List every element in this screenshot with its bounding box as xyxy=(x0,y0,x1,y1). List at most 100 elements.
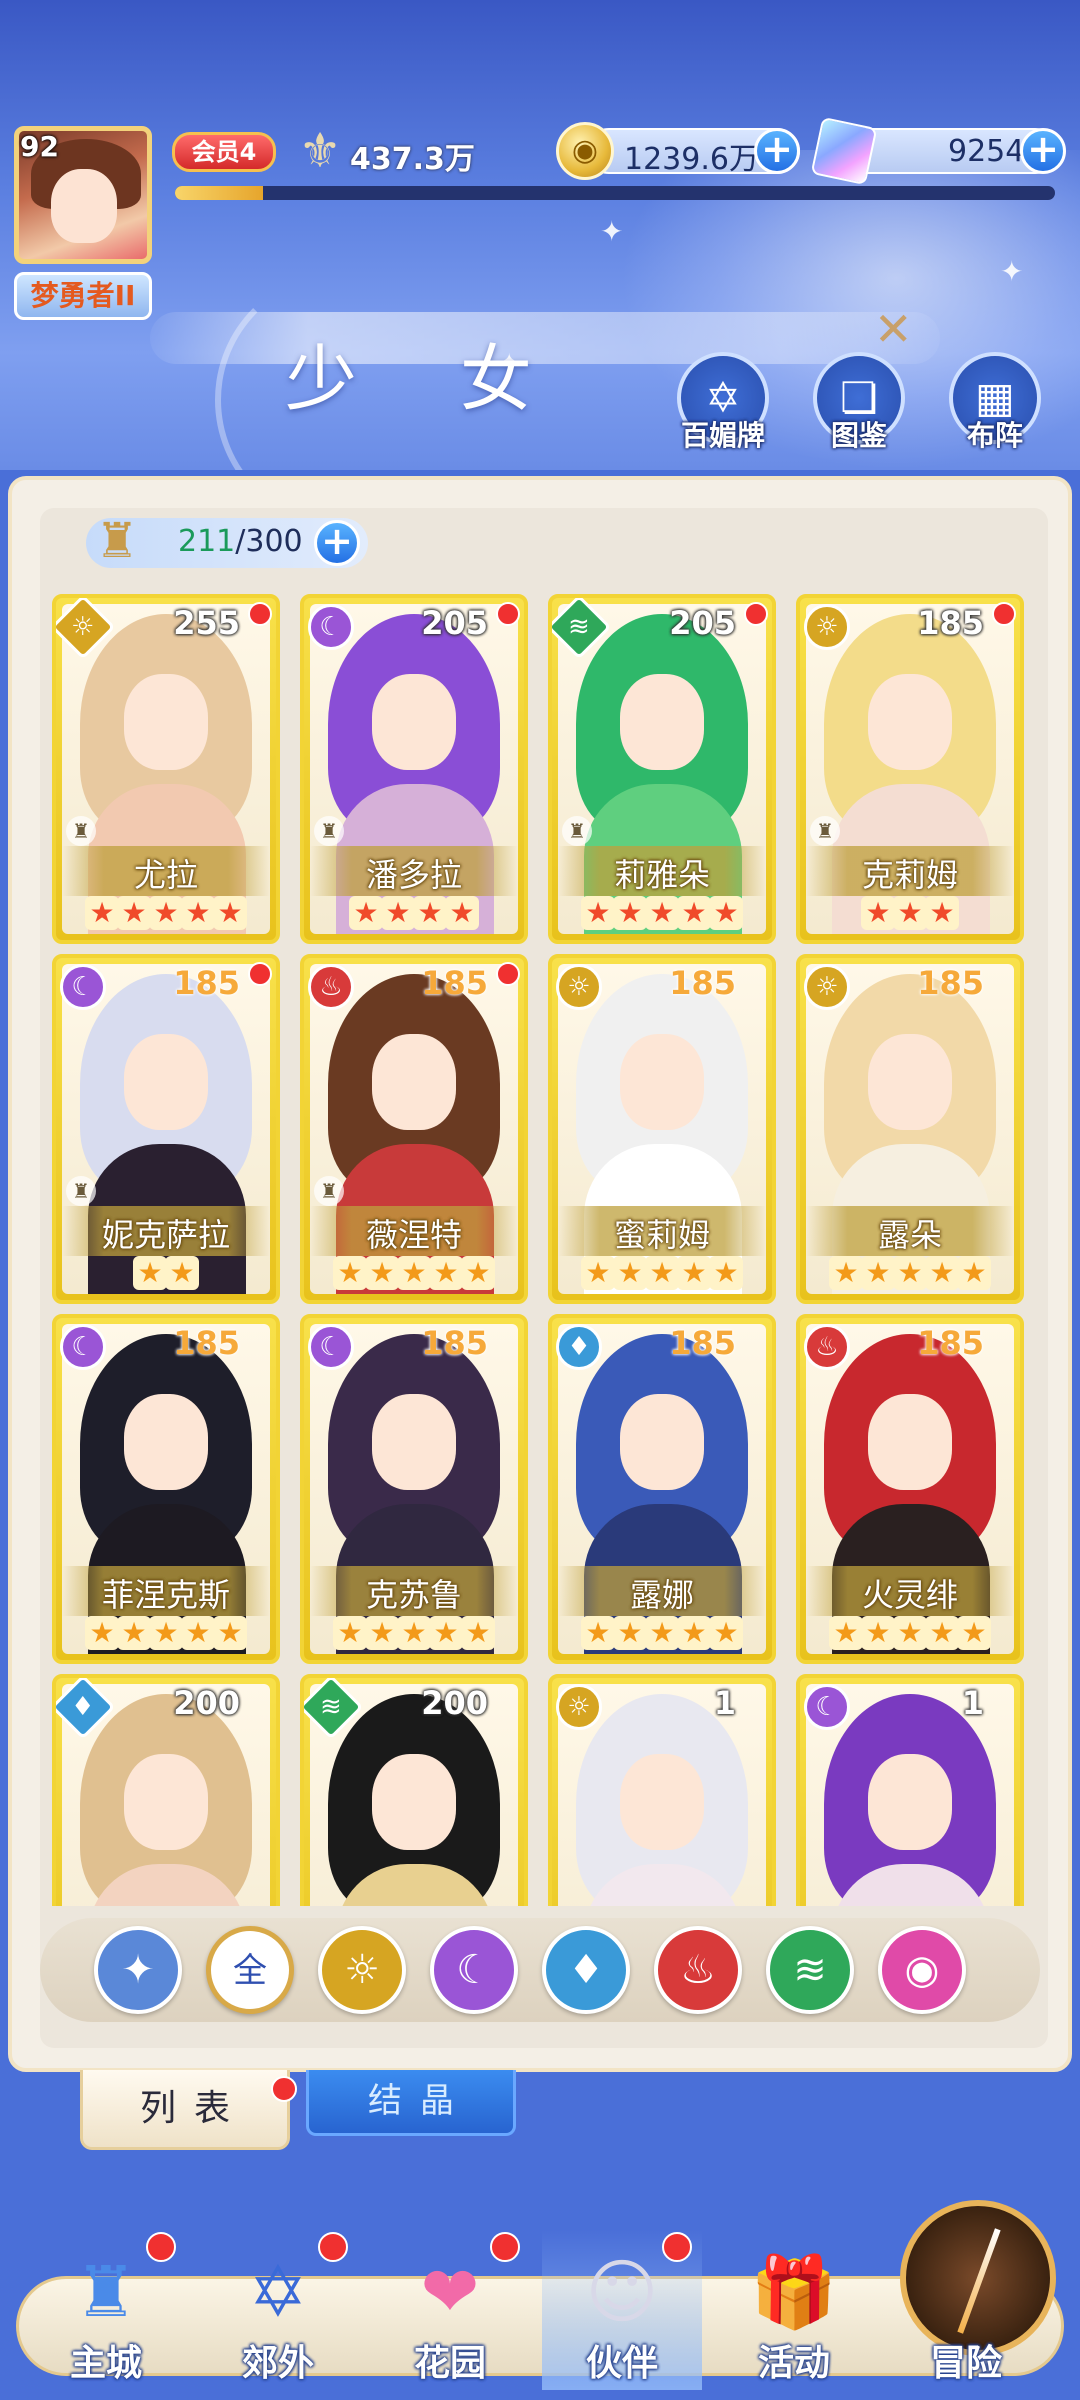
tab-list-label: 列表 xyxy=(139,2088,248,2129)
partner-level: 1 xyxy=(713,1684,736,1722)
partner-card[interactable]: ☾ 205 ♜ 潘多拉 ★ ★ ★ ★ xyxy=(300,594,528,944)
partner-card[interactable]: ☼ 185 露朵 ★ ★ ★ ★ ★ xyxy=(796,954,1024,1304)
star-rating: ★ ★ ★ ★ ★ xyxy=(562,896,762,932)
fire-filter-icon: ♨ xyxy=(680,1947,716,1993)
filter-spirit-button[interactable]: ◉ xyxy=(878,1926,966,2014)
nav-label: 郊外 xyxy=(241,2343,314,2384)
partner-level: 205 xyxy=(421,604,488,642)
partner-name: 露朵 xyxy=(877,1216,942,1254)
partner-card[interactable]: ☼ 1 xyxy=(548,1674,776,1906)
partner-card[interactable]: ♨ 185 ♜ 薇涅特 ★ ★ ★ ★ ★ xyxy=(300,954,528,1304)
tab-crystal[interactable]: 结晶 xyxy=(306,2070,516,2136)
light-filter-icon: ☼ xyxy=(344,1947,380,1993)
notification-dot xyxy=(146,2232,176,2262)
partner-card[interactable]: ♦ 185 露娜 ★ ★ ★ ★ ★ xyxy=(548,1314,776,1664)
power-value: 437.3万 xyxy=(350,142,475,177)
cards-button[interactable]: ✡ 百媚牌 xyxy=(668,352,778,454)
nav-label: 活动 xyxy=(757,2343,830,2384)
filter-wind-button[interactable]: ≋ xyxy=(766,1926,854,2014)
star-icon: ★ xyxy=(85,1616,119,1650)
filter-all-button[interactable]: 全 xyxy=(206,1926,294,2014)
nav-gift[interactable]: 🎁 活动 xyxy=(714,2230,874,2390)
star-icon: ★ xyxy=(645,1616,679,1650)
filter-dark-button[interactable]: ☾ xyxy=(430,1926,518,2014)
add-gems-button[interactable]: + xyxy=(1020,128,1066,174)
partner-level: 255 xyxy=(173,604,240,642)
star-rating: ★ ★ ★ ★ xyxy=(314,896,514,932)
notification-dot xyxy=(496,602,520,626)
portrait-face xyxy=(124,1034,208,1130)
close-icon[interactable]: ✕ xyxy=(874,302,913,356)
partner-card[interactable]: ☾ 185 克苏鲁 ★ ★ ★ ★ ★ xyxy=(300,1314,528,1664)
star-icon: ★ xyxy=(893,1616,927,1650)
partner-card[interactable]: ☾ 185 菲涅克斯 ★ ★ ★ ★ ★ xyxy=(52,1314,280,1664)
star-icon: ★ xyxy=(181,1616,215,1650)
nav-partner[interactable]: ☺ 伙伴 xyxy=(542,2230,702,2390)
star-icon: ★ xyxy=(445,896,479,930)
partner-card[interactable]: ♦ 200 xyxy=(52,1674,280,1906)
star-rating: ★ ★ ★ ★ ★ xyxy=(66,896,266,932)
filter-water-button[interactable]: ♦ xyxy=(542,1926,630,2014)
notification-dot xyxy=(248,602,272,626)
formation-button[interactable]: ▦ 布阵 xyxy=(940,352,1050,454)
nav-label: 主城 xyxy=(69,2343,142,2384)
star-icon: ★ xyxy=(581,1616,615,1650)
vip-badge[interactable]: 会员4 xyxy=(172,132,276,172)
partner-card[interactable]: ☼ 185 蜜莉姆 ★ ★ ★ ★ ★ xyxy=(548,954,776,1304)
partner-card[interactable]: ☼ 255 ♜ 尤拉 ★ ★ ★ ★ ★ xyxy=(52,594,280,944)
nav-label: 伙伴 xyxy=(585,2343,658,2384)
player-name[interactable]: 梦勇者II xyxy=(14,272,152,320)
avatar-face xyxy=(51,169,117,243)
rook-icon: ♜ xyxy=(562,816,592,846)
notification-dot xyxy=(496,962,520,986)
portrait-face xyxy=(868,1034,952,1130)
add-gold-button[interactable]: + xyxy=(754,128,800,174)
cards-button-label: 百媚牌 xyxy=(680,419,765,452)
partner-card[interactable]: ☼ 185 ♜ 克莉姆 ★ ★ ★ xyxy=(796,594,1024,944)
expand-capacity-button[interactable]: + xyxy=(314,520,360,566)
fire-element-icon: ♨ xyxy=(308,964,354,1010)
dark-element-icon: ☾ xyxy=(60,1324,106,1370)
star-icon: ★ xyxy=(365,1256,399,1290)
sparkle-icon: ✦ xyxy=(1000,255,1024,288)
portrait-face xyxy=(620,1034,704,1130)
dark-filter-icon: ☾ xyxy=(456,1947,492,1993)
star-icon: ★ xyxy=(677,1616,711,1650)
tab-list[interactable]: 列表 xyxy=(80,2070,297,2150)
partner-name: 火灵绯 xyxy=(861,1576,958,1614)
light-element-icon: ☼ xyxy=(556,964,602,1010)
portrait-face xyxy=(124,1754,208,1850)
filter-special-button[interactable]: ✦ xyxy=(94,1926,182,2014)
water-filter-icon: ♦ xyxy=(568,1947,604,1993)
partner-card[interactable]: ≋ 205 ♜ 莉雅朵 ★ ★ ★ ★ ★ xyxy=(548,594,776,944)
nav-heart-garden[interactable]: ❤ 花园 xyxy=(370,2230,530,2390)
star-icon: ★ xyxy=(397,1616,431,1650)
partner-card[interactable]: ≋ 200 xyxy=(300,1674,528,1906)
star-icon: ★ xyxy=(645,896,679,930)
filter-light-button[interactable]: ☼ xyxy=(318,1926,406,2014)
nav-portal[interactable]: ✡ 郊外 xyxy=(198,2230,358,2390)
star-rating: ★ ★ ★ ★ ★ xyxy=(562,1616,762,1652)
dark-element-icon: ☾ xyxy=(308,604,354,650)
filter-fire-button[interactable]: ♨ xyxy=(654,1926,742,2014)
partner-name: 潘多拉 xyxy=(365,856,462,894)
partner-name: 尤拉 xyxy=(133,856,198,894)
star-icon: ★ xyxy=(85,896,119,930)
star-icon: ★ xyxy=(861,1616,895,1650)
partner-level: 185 xyxy=(173,1324,240,1362)
star-icon: ★ xyxy=(397,1256,431,1290)
star-icon: ★ xyxy=(893,1256,927,1290)
star-icon: ★ xyxy=(117,1616,151,1650)
gallery-button[interactable]: ❏ 图鉴 xyxy=(804,352,914,454)
star-icon: ★ xyxy=(413,896,447,930)
nav-castle[interactable]: ♜ 主城 xyxy=(26,2230,186,2390)
gem-icon xyxy=(810,116,878,186)
partner-level: 1 xyxy=(961,1684,984,1722)
portrait-face xyxy=(620,1394,704,1490)
partner-card[interactable]: ♨ 185 火灵绯 ★ ★ ★ ★ ★ xyxy=(796,1314,1024,1664)
partner-card[interactable]: ☾ 185 ♜ 妮克萨拉 ★ ★ xyxy=(52,954,280,1304)
partner-card[interactable]: ☾ 1 xyxy=(796,1674,1024,1906)
spirit-filter-icon: ◉ xyxy=(904,1947,940,1993)
nav-label: 花园 xyxy=(413,2343,486,2384)
nav-compass[interactable]: 冒险 xyxy=(886,2230,1046,2390)
